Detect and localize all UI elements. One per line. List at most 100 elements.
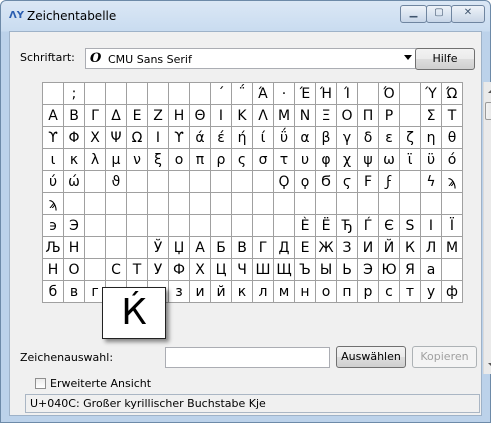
character-cell[interactable]: й xyxy=(210,280,232,303)
character-cell[interactable]: σ xyxy=(252,148,274,171)
character-cell[interactable]: F xyxy=(357,170,379,193)
character-cell[interactable]: ϝ xyxy=(378,170,400,193)
character-cell[interactable]: Є xyxy=(378,214,400,237)
character-cell[interactable] xyxy=(252,192,274,215)
character-cell[interactable]: Ω xyxy=(126,126,148,149)
copy-button[interactable]: Kopieren xyxy=(412,346,477,368)
character-cell[interactable]: ΰ xyxy=(273,126,295,149)
character-cell[interactable] xyxy=(399,82,421,105)
character-cell[interactable] xyxy=(168,82,190,105)
character-cell[interactable]: Ξ xyxy=(315,104,337,127)
character-cell[interactable] xyxy=(357,82,379,105)
character-cell[interactable]: Ϭ xyxy=(315,170,337,193)
character-cell[interactable]: ϡ xyxy=(441,170,463,193)
character-cell[interactable]: Ж xyxy=(315,236,337,259)
character-cell[interactable]: Й xyxy=(378,236,400,259)
character-cell[interactable] xyxy=(315,192,337,215)
character-cell[interactable]: Ρ xyxy=(378,104,400,127)
character-cell[interactable]: и xyxy=(189,280,211,303)
character-cell[interactable]: б xyxy=(42,280,64,303)
character-cell[interactable]: Χ xyxy=(84,126,106,149)
character-cell[interactable]: Э xyxy=(357,258,379,281)
character-cell[interactable]: у xyxy=(420,280,442,303)
character-cell[interactable]: ϒ xyxy=(168,126,190,149)
character-cell[interactable]: ϊ xyxy=(399,148,421,171)
character-cell[interactable]: т xyxy=(399,280,421,303)
character-cell[interactable]: ϑ xyxy=(105,170,127,193)
character-cell[interactable]: Σ xyxy=(420,104,442,127)
character-cell[interactable]: ς xyxy=(231,148,253,171)
character-cell[interactable]: л xyxy=(252,280,274,303)
character-cell[interactable]: н xyxy=(294,280,316,303)
character-cell[interactable]: К xyxy=(399,236,421,259)
character-cell[interactable]: Ί xyxy=(336,82,358,105)
character-cell[interactable] xyxy=(399,170,421,193)
character-cell[interactable]: Щ xyxy=(273,258,295,281)
character-cell[interactable] xyxy=(210,214,232,237)
character-cell[interactable]: Э xyxy=(63,214,85,237)
character-cell[interactable] xyxy=(252,170,274,193)
character-cell[interactable]: ώ xyxy=(63,170,85,193)
character-cell[interactable]: ι xyxy=(42,148,64,171)
character-cell[interactable]: Γ xyxy=(84,104,106,127)
character-cell[interactable] xyxy=(126,236,148,259)
minimize-button[interactable]: ▁ xyxy=(400,5,427,23)
character-cell[interactable]: И xyxy=(357,236,379,259)
character-cell[interactable] xyxy=(273,214,295,237)
character-cell[interactable] xyxy=(231,214,253,237)
character-cell[interactable]: ξ xyxy=(147,148,169,171)
character-cell[interactable] xyxy=(210,170,232,193)
character-cell[interactable]: п xyxy=(336,280,358,303)
character-cell[interactable] xyxy=(441,192,463,215)
character-cell[interactable] xyxy=(168,170,190,193)
character-cell[interactable]: ό xyxy=(441,148,463,171)
character-cell[interactable] xyxy=(189,82,211,105)
character-cell[interactable]: а xyxy=(420,258,442,281)
character-cell[interactable]: Б xyxy=(210,236,232,259)
character-cell[interactable]: Ι xyxy=(147,126,169,149)
character-cell[interactable]: Ы xyxy=(315,258,337,281)
character-cell[interactable]: Μ xyxy=(273,104,295,127)
character-cell[interactable] xyxy=(126,82,148,105)
character-cell[interactable]: к xyxy=(231,280,253,303)
character-cell[interactable]: ϛ xyxy=(336,170,358,193)
selection-input[interactable] xyxy=(165,347,330,368)
character-cell[interactable]: Ψ xyxy=(105,126,127,149)
character-cell[interactable]: ω xyxy=(378,148,400,171)
character-cell[interactable]: Δ xyxy=(105,104,127,127)
character-cell[interactable]: έ xyxy=(210,126,232,149)
character-cell[interactable]: С xyxy=(105,258,127,281)
character-cell[interactable]: Ν xyxy=(294,104,316,127)
character-cell[interactable]: Л xyxy=(420,236,442,259)
character-cell[interactable]: ύ xyxy=(42,170,64,193)
character-cell[interactable]: Љ xyxy=(42,236,64,259)
character-cell[interactable]: Н xyxy=(63,236,85,259)
character-cell[interactable] xyxy=(168,214,190,237)
character-cell[interactable]: Ή xyxy=(315,82,337,105)
character-cell[interactable] xyxy=(105,236,127,259)
font-select[interactable]: O CMU Sans Serif xyxy=(85,48,418,69)
character-cell[interactable]: Κ xyxy=(231,104,253,127)
character-cell[interactable]: Н xyxy=(42,258,64,281)
character-cell[interactable]: χ xyxy=(336,148,358,171)
character-cell[interactable]: ή xyxy=(231,126,253,149)
character-cell[interactable] xyxy=(252,214,274,237)
character-cell[interactable]: δ xyxy=(357,126,379,149)
character-cell[interactable]: β xyxy=(315,126,337,149)
character-cell[interactable]: Џ xyxy=(168,236,190,259)
character-cell[interactable] xyxy=(147,170,169,193)
character-cell[interactable] xyxy=(399,104,421,127)
character-cell[interactable]: Ї xyxy=(441,214,463,237)
character-cell[interactable]: Ϙ xyxy=(273,170,295,193)
character-cell[interactable]: Ε xyxy=(126,104,148,127)
character-cell[interactable]: з xyxy=(168,280,190,303)
character-cell[interactable] xyxy=(441,258,463,281)
character-cell[interactable] xyxy=(84,236,106,259)
advanced-view-label[interactable]: Erweiterte Ansicht xyxy=(50,377,151,390)
character-cell[interactable] xyxy=(84,258,106,281)
character-cell[interactable]: І xyxy=(420,214,442,237)
character-cell[interactable]: μ xyxy=(105,148,127,171)
character-cell[interactable]: Я xyxy=(399,258,421,281)
character-cell[interactable]: Е xyxy=(294,236,316,259)
character-cell[interactable]: Θ xyxy=(189,104,211,127)
